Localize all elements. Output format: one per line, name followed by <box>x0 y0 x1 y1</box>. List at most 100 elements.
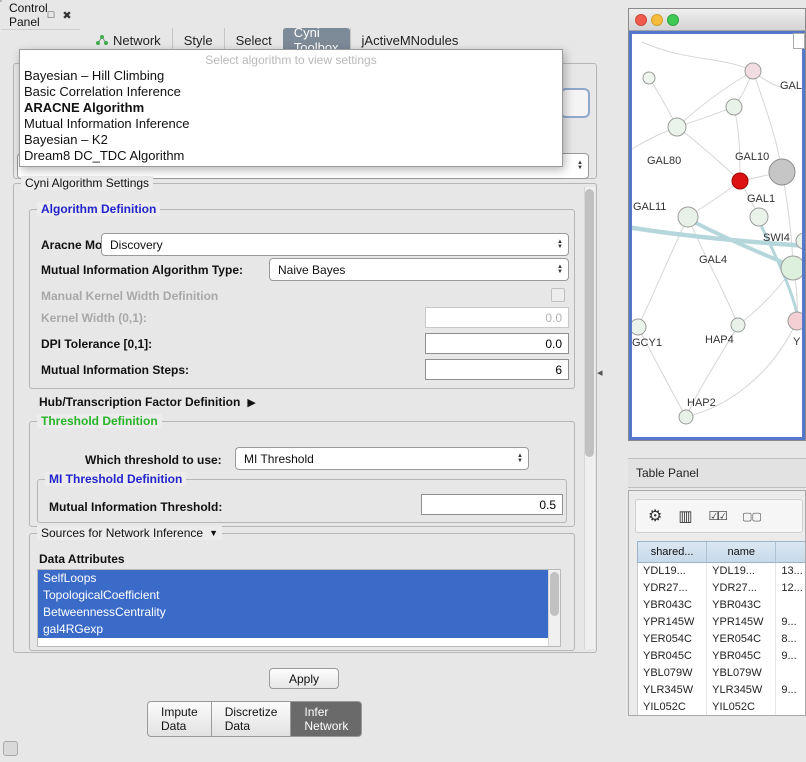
list-item[interactable]: gal4RGexp <box>38 621 548 638</box>
collapsed-panel-icon[interactable] <box>3 741 18 756</box>
manual-kernel-checkbox[interactable] <box>551 288 565 302</box>
table-cell: YBR045C <box>707 648 776 665</box>
table-cell: 9... <box>776 648 806 665</box>
algorithm-option[interactable]: Dream8 DC_TDC Algorithm <box>20 148 562 164</box>
aracne-mode-combo[interactable]: Discovery ▲▼ <box>101 233 569 256</box>
table-cell <box>776 665 806 682</box>
network-window-titlebar[interactable] <box>629 9 805 31</box>
table-row[interactable]: YBR045CYBR045C9... <box>638 648 806 665</box>
table-panel-title: Table Panel <box>636 466 699 480</box>
algorithm-definition-title: Algorithm Definition <box>37 202 160 216</box>
apply-button[interactable]: Apply <box>269 668 339 689</box>
table-cell: YLR345W <box>707 682 776 699</box>
table-header: shared... name <box>637 541 806 563</box>
table-cell: YBR043C <box>707 597 776 614</box>
gear-icon[interactable]: ⚙ <box>648 506 662 526</box>
mi-type-combo[interactable]: Naive Bayes ▲▼ <box>269 258 569 281</box>
table-panel-window: ⚙ ▥ ☑☑ ▢▢ shared... name YDL19...YDL19..… <box>628 490 806 716</box>
network-node-label: GAL11 <box>633 201 666 213</box>
network-node[interactable] <box>731 318 745 332</box>
column-header-name[interactable]: name <box>707 542 776 562</box>
tab-select-label: Select <box>236 33 272 48</box>
close-window-icon[interactable]: ✖ <box>62 9 71 22</box>
splitter-collapse-icon[interactable]: ◂ <box>597 366 603 379</box>
kernel-width-input[interactable] <box>425 307 569 328</box>
tab-style-label: Style <box>184 33 213 48</box>
table-row[interactable]: YDR27...YDR27...12... <box>638 580 806 597</box>
network-node[interactable] <box>726 99 742 115</box>
table-row[interactable]: YER054CYER054C8... <box>638 631 806 648</box>
combo-arrows-icon: ▲▼ <box>577 161 583 171</box>
table-cell: YER054C <box>638 631 707 648</box>
algorithm-option-selected[interactable]: ARACNE Algorithm <box>20 100 562 116</box>
list-item[interactable]: BetweennessCentrality <box>38 604 548 621</box>
algorithm-option[interactable]: Basic Correlation Inference <box>20 84 562 100</box>
dpi-tolerance-label: DPI Tolerance [0,1]: <box>41 337 152 351</box>
combo-arrows-icon: ▲▼ <box>557 265 563 275</box>
network-node[interactable] <box>745 63 761 79</box>
list-scrollbar-track[interactable] <box>548 570 560 646</box>
algorithm-option[interactable]: Mutual Information Inference <box>20 116 562 132</box>
collapse-right-icon[interactable]: ▶ <box>247 396 255 409</box>
tab-infer-network-label: Infer Network <box>304 705 348 733</box>
network-tool-widget[interactable] <box>793 33 805 49</box>
table-row[interactable]: YLR345WYLR345W9... <box>638 682 806 699</box>
network-node[interactable] <box>668 118 686 136</box>
table-cell: YBL079W <box>638 665 707 682</box>
tab-jactivemnodules-label: jActiveMNodules <box>362 33 459 48</box>
hub-definition-label: Hub/Transcription Factor Definition <box>39 395 240 409</box>
network-node-label: GCY1 <box>632 337 662 349</box>
control-panel-window: Control Panel □ ✖ Network Style Select C… <box>0 0 2 2</box>
table-cell: YPR145W <box>638 614 707 631</box>
network-node[interactable] <box>781 256 802 280</box>
table-cell: YDR27... <box>707 580 776 597</box>
tab-discretize-data[interactable]: Discretize Data <box>212 701 292 737</box>
select-all-icon[interactable]: ☑☑ <box>709 509 727 523</box>
column-header-cut[interactable] <box>776 542 806 562</box>
table-row[interactable]: YBR043CYBR043C <box>638 597 806 614</box>
network-graph: GALGAL80GAL10GAL11GAL1SWI4GAL4GCY1HAP4HA… <box>632 34 802 439</box>
mi-threshold-input[interactable] <box>421 494 563 515</box>
sources-title-row[interactable]: Sources for Network Inference ▼ <box>37 526 222 540</box>
network-node[interactable] <box>679 410 693 424</box>
close-traffic-light[interactable] <box>635 14 647 26</box>
tab-network-label: Network <box>113 33 161 48</box>
deselect-all-icon[interactable]: ▢▢ <box>742 510 761 523</box>
dpi-tolerance-input[interactable] <box>425 333 569 354</box>
network-icon <box>96 34 108 46</box>
network-node[interactable] <box>788 312 802 330</box>
column-header-shared[interactable]: shared... <box>638 542 707 562</box>
column-browser-icon[interactable]: ▥ <box>678 507 692 525</box>
which-threshold-value: MI Threshold <box>244 452 314 466</box>
table-row[interactable]: YIL052CYIL052C <box>638 699 806 716</box>
minimize-traffic-light[interactable] <box>651 14 663 26</box>
list-item[interactable]: SelfLoops <box>38 570 548 587</box>
network-canvas[interactable]: GALGAL80GAL10GAL11GAL1SWI4GAL4GCY1HAP4HA… <box>629 31 805 440</box>
network-node[interactable] <box>678 207 698 227</box>
table-cell <box>776 699 806 716</box>
algorithm-dropdown-popup: Select algorithm to view settings Bayesi… <box>19 49 563 167</box>
tab-impute-data[interactable]: Impute Data <box>147 701 212 737</box>
mi-steps-input[interactable] <box>425 359 569 380</box>
table-row[interactable]: YDL19...YDL19...13... <box>638 563 806 580</box>
list-item[interactable]: TopologicalCoefficient <box>38 587 548 604</box>
network-node[interactable] <box>769 159 795 185</box>
tab-infer-network[interactable]: Infer Network <box>291 701 362 737</box>
algorithm-option[interactable]: Bayesian – K2 <box>20 132 562 148</box>
table-row[interactable]: YBL079WYBL079W <box>638 665 806 682</box>
which-threshold-combo[interactable]: MI Threshold ▲▼ <box>235 447 529 470</box>
list-scrollbar-thumb[interactable] <box>550 572 559 616</box>
float-window-icon[interactable]: □ <box>48 9 55 22</box>
zoom-traffic-light[interactable] <box>667 14 679 26</box>
expand-down-icon[interactable]: ▼ <box>209 528 218 538</box>
network-node[interactable] <box>643 72 655 84</box>
algorithm-info-button[interactable] <box>560 88 590 118</box>
network-node[interactable] <box>732 173 748 189</box>
dropdown-placeholder: Select algorithm to view settings <box>20 52 562 68</box>
table-row[interactable]: YPR145WYPR145W9... <box>638 614 806 631</box>
algorithm-option[interactable]: Bayesian – Hill Climbing <box>20 68 562 84</box>
hub-definition-section[interactable]: Hub/Transcription Factor Definition ▶ <box>39 395 256 409</box>
network-node[interactable] <box>750 208 768 226</box>
network-node[interactable] <box>632 319 646 335</box>
settings-scrollbar-thumb[interactable] <box>585 189 594 457</box>
